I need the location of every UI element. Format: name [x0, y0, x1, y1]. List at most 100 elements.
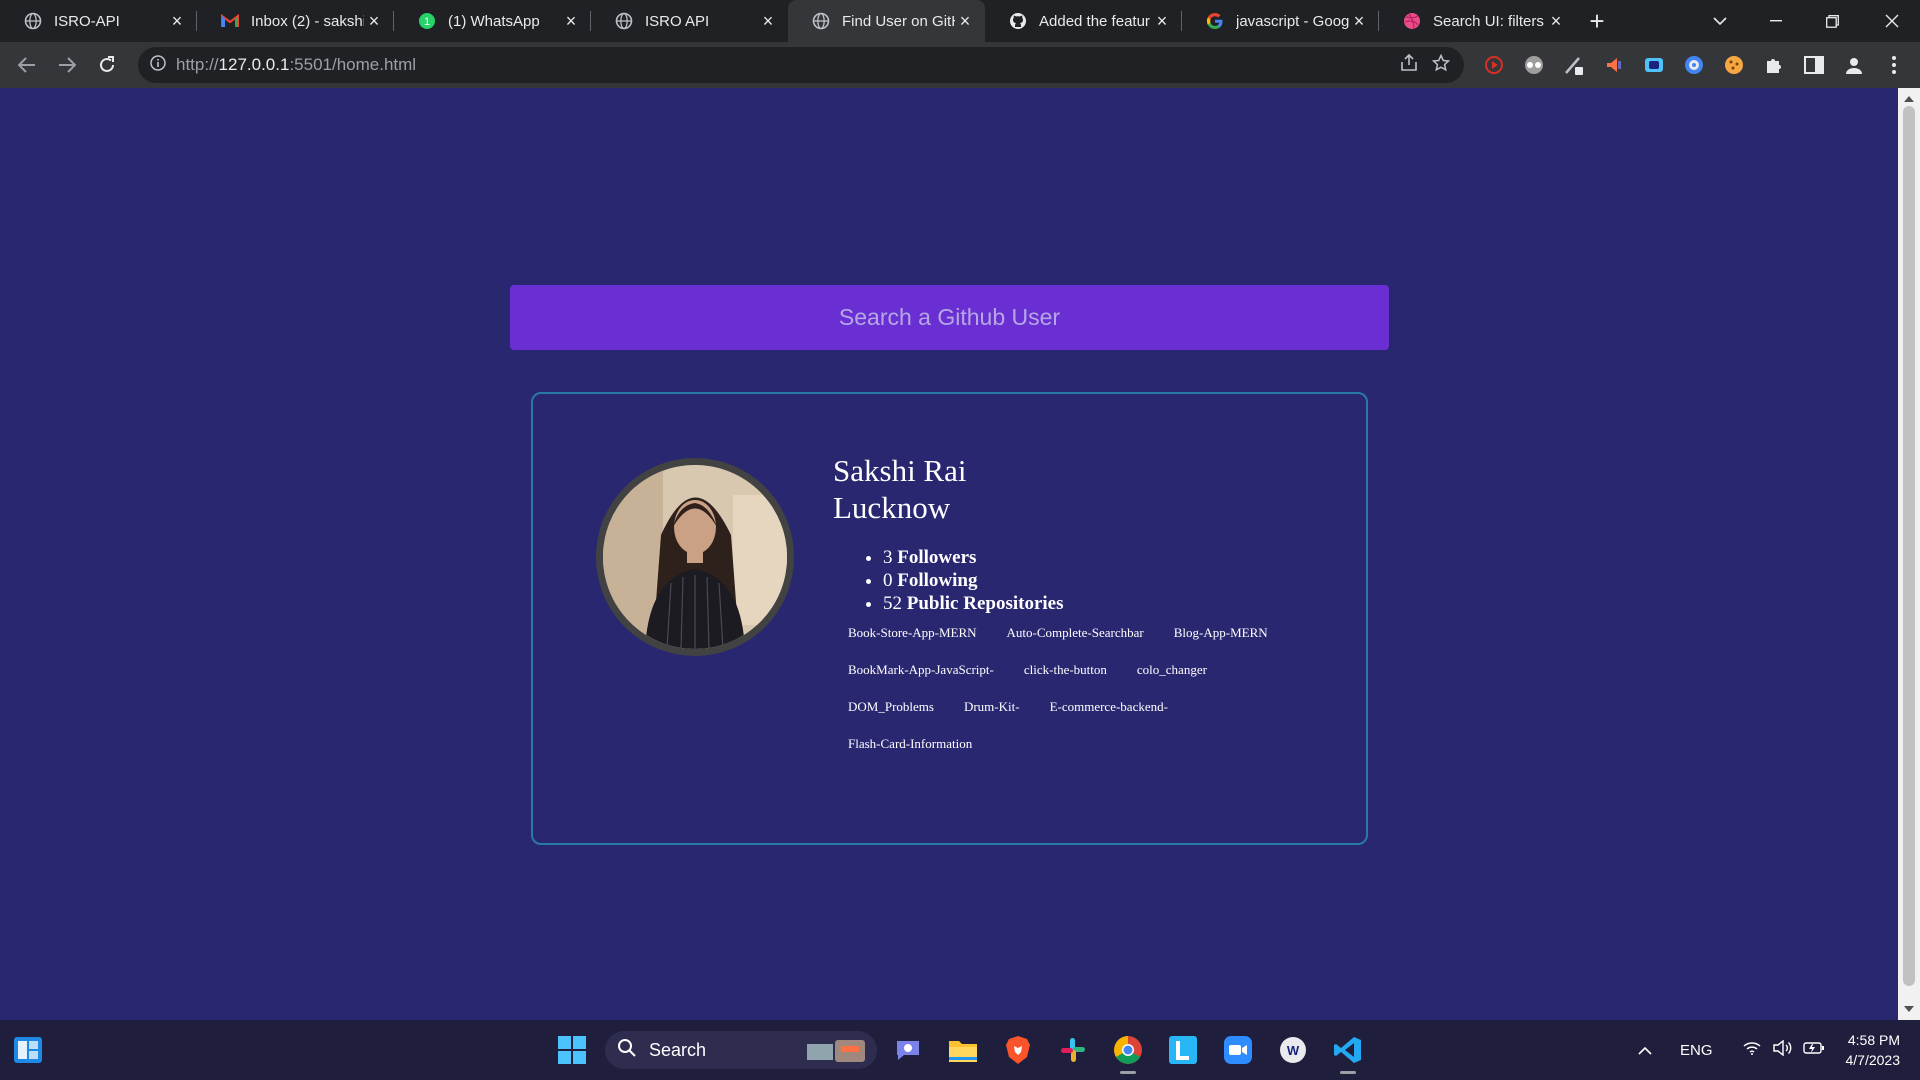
zoom-icon[interactable] [1222, 1034, 1254, 1066]
taskbar-search-box[interactable]: Search [605, 1031, 877, 1069]
language-indicator[interactable]: ENG [1680, 1042, 1713, 1059]
file-explorer-icon[interactable] [947, 1034, 979, 1066]
tab-search-chevron-icon[interactable] [1692, 0, 1748, 42]
close-icon[interactable]: × [1546, 11, 1566, 31]
github-user-search-input[interactable] [510, 285, 1389, 350]
reload-button[interactable] [87, 45, 127, 85]
close-icon[interactable]: × [955, 11, 975, 31]
info-icon[interactable] [150, 54, 166, 76]
user-profile-card: Sakshi Rai Lucknow 3 Followers 0 Followi… [531, 392, 1368, 845]
whatsapp-icon: 1 [418, 12, 436, 30]
chrome-icon[interactable] [1112, 1034, 1144, 1074]
tab-title: Inbox (2) - sakshir [251, 12, 364, 30]
clock-date: 4/7/2023 [1845, 1052, 1901, 1068]
close-window-button[interactable] [1864, 0, 1920, 42]
tab-inbox[interactable]: Inbox (2) - sakshir × [197, 0, 394, 42]
volume-icon[interactable] [1772, 1039, 1793, 1060]
pen-extension-icon[interactable] [1560, 51, 1588, 79]
repo-link[interactable]: colo_changer [1127, 661, 1222, 678]
repos-stat: 52 Public Repositories [883, 592, 1064, 615]
back-button[interactable] [7, 45, 47, 85]
side-panel-icon[interactable] [1800, 51, 1828, 79]
address-bar[interactable]: http://127.0.0.1:5501/home.html [138, 47, 1464, 83]
page-viewport: Sakshi Rai Lucknow 3 Followers 0 Followi… [0, 88, 1898, 1020]
close-icon[interactable]: × [167, 11, 187, 31]
tab-whatsapp[interactable]: 1 (1) WhatsApp × [394, 0, 591, 42]
slack-icon[interactable] [1057, 1034, 1089, 1066]
vscode-icon[interactable] [1332, 1034, 1364, 1074]
search-highlight-icon [805, 1036, 869, 1069]
globe-icon [812, 12, 830, 30]
dribbble-icon [1403, 12, 1421, 30]
tab-title: ISRO-API [54, 12, 120, 30]
l-app-icon[interactable] [1167, 1034, 1199, 1066]
share-icon[interactable] [1400, 53, 1418, 77]
gmail-icon [221, 12, 239, 30]
tab-isro-api[interactable]: ISRO-API × [0, 0, 197, 42]
chevron-up-icon[interactable] [1638, 1042, 1652, 1059]
forward-button[interactable] [47, 45, 87, 85]
close-icon[interactable]: × [758, 11, 778, 31]
extensions-area [1480, 42, 1908, 88]
wifi-icon[interactable] [1743, 1041, 1761, 1059]
windows-start-icon[interactable] [556, 1034, 588, 1066]
tab-title: Added the featur [1039, 12, 1150, 30]
repo-link[interactable]: E-commerce-backend- [1040, 698, 1183, 715]
svg-text:W: W [1287, 1043, 1300, 1058]
audio-extension-icon[interactable] [1600, 51, 1628, 79]
profile-icon[interactable] [1840, 51, 1868, 79]
browser-toolbar: http://127.0.0.1:5501/home.html [0, 42, 1920, 88]
screenshot-extension-icon[interactable] [1640, 51, 1668, 79]
close-icon[interactable]: × [1152, 11, 1172, 31]
tab-github[interactable]: Added the featur × [985, 0, 1182, 42]
tab-title: javascript - Googl [1236, 12, 1349, 30]
tab-find-user[interactable]: Find User on GitH × [788, 0, 985, 42]
repo-link[interactable]: DOM_Problems [838, 698, 949, 715]
repo-link[interactable]: Flash-Card-Information [838, 735, 987, 752]
glasses-extension-icon[interactable] [1520, 51, 1548, 79]
scrollbar-thumb[interactable] [1903, 106, 1915, 986]
taskbar-search-label: Search [649, 1039, 707, 1060]
puzzle-extensions-icon[interactable] [1760, 51, 1788, 79]
record-extension-icon[interactable] [1480, 51, 1508, 79]
bookmark-star-icon[interactable] [1431, 53, 1451, 77]
repo-link[interactable]: Blog-App-MERN [1164, 624, 1283, 641]
teams-chat-icon[interactable] [892, 1034, 924, 1066]
menu-kebab-icon[interactable] [1880, 51, 1908, 79]
widgets-icon[interactable] [12, 1034, 44, 1066]
globe-icon [615, 12, 633, 30]
new-tab-button[interactable]: + [1576, 0, 1618, 42]
repo-list: Book-Store-App-MERN Auto-Complete-Search… [838, 624, 1298, 752]
page-scrollbar[interactable] [1898, 88, 1920, 1020]
url-text: http://127.0.0.1:5501/home.html [176, 55, 417, 74]
w-app-icon[interactable]: W [1277, 1034, 1309, 1066]
close-icon[interactable]: × [1349, 11, 1369, 31]
repo-link[interactable]: Book-Store-App-MERN [838, 624, 992, 641]
tab-strip: ISRO-API × Inbox (2) - sakshir × 1 (1) W… [0, 0, 1920, 42]
cookie-extension-icon[interactable] [1720, 51, 1748, 79]
compass-extension-icon[interactable] [1680, 51, 1708, 79]
windows-taskbar: Search W ENG 4:58 PM 4/7/2023 [0, 1020, 1920, 1080]
tab-isro-api-2[interactable]: ISRO API × [591, 0, 788, 42]
brave-browser-icon[interactable] [1002, 1034, 1034, 1066]
repo-link[interactable]: click-the-button [1014, 661, 1122, 678]
repo-link[interactable]: Auto-Complete-Searchbar [997, 624, 1159, 641]
scroll-up-icon[interactable] [1904, 96, 1914, 102]
user-info: Sakshi Rai Lucknow 3 Followers 0 Followi… [833, 452, 1064, 615]
tab-dribbble[interactable]: Search UI: filters a × [1379, 0, 1576, 42]
tab-title: Search UI: filters a [1433, 12, 1546, 30]
close-icon[interactable]: × [561, 11, 581, 31]
taskbar-clock[interactable]: 4:58 PM 4/7/2023 [1820, 1030, 1901, 1070]
restore-button[interactable] [1804, 0, 1860, 42]
followers-stat: 3 Followers [883, 546, 1064, 569]
minimize-button[interactable] [1748, 0, 1804, 42]
repo-link[interactable]: Drum-Kit- [954, 698, 1035, 715]
user-name: Sakshi Rai [833, 453, 967, 488]
following-stat: 0 Following [883, 569, 1064, 592]
tab-google[interactable]: javascript - Googl × [1182, 0, 1379, 42]
scroll-down-icon[interactable] [1904, 1006, 1914, 1012]
system-tray: ENG [1638, 1020, 1825, 1080]
repo-link[interactable]: BookMark-App-JavaScript- [838, 661, 1009, 678]
close-icon[interactable]: × [364, 11, 384, 31]
tab-title: (1) WhatsApp [448, 12, 540, 30]
